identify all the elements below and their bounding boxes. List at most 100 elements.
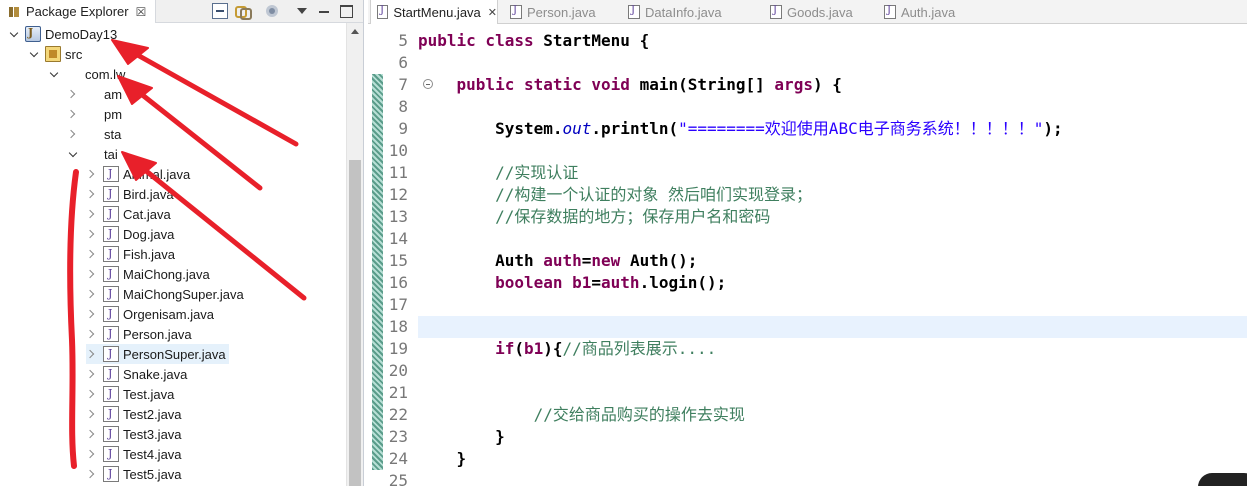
maximize-icon[interactable] — [338, 3, 354, 19]
chevron-right-icon[interactable] — [86, 248, 98, 260]
tree-item-label: com.lw — [85, 66, 126, 82]
tab-package-explorer[interactable]: Package Explorer ☒ — [0, 0, 156, 23]
chevron-right-icon[interactable] — [86, 308, 98, 320]
code-line[interactable]: 15 Auth auth=new Auth(); — [368, 250, 1247, 272]
tree-item-test3-java[interactable]: Test3.java — [86, 424, 185, 444]
source-folder-icon — [45, 46, 61, 62]
code-line[interactable]: 17 — [368, 294, 1247, 316]
chevron-down-icon[interactable] — [8, 28, 20, 40]
tree-item-tai[interactable]: tai — [67, 144, 121, 164]
focus-on-active-task-icon[interactable] — [264, 3, 280, 19]
tree-item-dog-java[interactable]: Dog.java — [86, 224, 177, 244]
chevron-right-icon[interactable] — [86, 288, 98, 300]
chevron-right-icon[interactable] — [86, 448, 98, 460]
java-file-icon — [103, 346, 119, 362]
tree-item-fish-java[interactable]: Fish.java — [86, 244, 178, 264]
tree-item-sta[interactable]: sta — [67, 124, 124, 144]
code-line[interactable]: 13 //保存数据的地方；保存用户名和密码 — [368, 206, 1247, 228]
code-line[interactable]: 22 //交给商品购买的操作去实现 — [368, 404, 1247, 426]
code-line[interactable]: 12 //构建一个认证的对象 然后咱们实现登录； — [368, 184, 1247, 206]
code-line[interactable]: 7 public static void main(String[] args)… — [368, 74, 1247, 96]
explorer-scrollbar-thumb[interactable] — [349, 160, 361, 486]
chevron-right-icon[interactable] — [86, 348, 98, 360]
chevron-right-icon[interactable] — [86, 408, 98, 420]
java-file-icon — [103, 226, 119, 242]
line-number: 7 — [398, 75, 408, 94]
package-icon — [84, 106, 100, 122]
tree-item-maichongsuper-java[interactable]: MaiChongSuper.java — [86, 284, 247, 304]
tree-item-orgenisam-java[interactable]: Orgenisam.java — [86, 304, 217, 324]
tree-item-src[interactable]: src — [28, 44, 85, 64]
chevron-right-icon[interactable] — [67, 108, 79, 120]
chevron-down-icon[interactable] — [28, 48, 40, 60]
chevron-right-icon[interactable] — [86, 188, 98, 200]
tree-item-cat-java[interactable]: Cat.java — [86, 204, 174, 224]
chevron-down-icon[interactable] — [48, 68, 60, 80]
explorer-tab-bar: Package Explorer ☒ — [0, 0, 363, 23]
chevron-right-icon[interactable] — [86, 208, 98, 220]
code-line[interactable]: 16 boolean b1=auth.login(); — [368, 272, 1247, 294]
chevron-right-icon[interactable] — [86, 428, 98, 440]
tree-item-animal-java[interactable]: Animal.java — [86, 164, 193, 184]
code-line[interactable]: 8 — [368, 96, 1247, 118]
tab-person-java[interactable]: Person.java — [504, 0, 596, 24]
code-line[interactable]: 9 System.out.println("========欢迎使用ABC电子商… — [368, 118, 1247, 140]
line-number: 11 — [388, 163, 408, 182]
chevron-right-icon[interactable] — [67, 128, 79, 140]
code-line[interactable]: 6 — [368, 52, 1247, 74]
tab-startmenu-java[interactable]: StartMenu.java ✕ — [370, 0, 498, 24]
explorer-scrollbar[interactable] — [346, 23, 363, 486]
code-token: } — [418, 427, 505, 446]
tab-auth-java[interactable]: Auth.java — [878, 0, 955, 24]
tab-datainfo-java[interactable]: DataInfo.java — [622, 0, 722, 24]
code-line[interactable]: 18 — [389, 316, 1247, 338]
code-line[interactable]: 14 — [368, 228, 1247, 250]
tree-item-am[interactable]: am — [67, 84, 125, 104]
code-line[interactable]: 19 if(b1){//商品列表展示.... — [368, 338, 1247, 360]
chevron-right-icon[interactable] — [86, 228, 98, 240]
tree-item-person-java[interactable]: Person.java — [86, 324, 195, 344]
code-line[interactable]: 25 — [368, 470, 1247, 486]
tree-item-com-lw[interactable]: com.lw — [48, 64, 128, 84]
chevron-right-icon[interactable] — [86, 368, 98, 380]
code-line[interactable]: 20 — [368, 360, 1247, 382]
code-line[interactable]: 11 //实现认证 — [368, 162, 1247, 184]
code-line[interactable]: 21 — [368, 382, 1247, 404]
collapse-all-icon[interactable] — [212, 3, 228, 19]
chevron-right-icon[interactable] — [86, 328, 98, 340]
code-line[interactable]: 5 public class StartMenu { — [368, 30, 1247, 52]
chevron-right-icon[interactable] — [86, 468, 98, 480]
chevron-right-icon[interactable] — [86, 388, 98, 400]
view-menu-chevron-down-icon[interactable] — [294, 3, 310, 19]
tree-item-test5-java[interactable]: Test5.java — [86, 464, 185, 484]
java-file-icon — [377, 5, 389, 19]
chevron-right-icon[interactable] — [86, 168, 98, 180]
package-icon — [84, 146, 100, 162]
code-line[interactable]: 23 } — [368, 426, 1247, 448]
code-token: if — [418, 339, 515, 358]
tree-item-bird-java[interactable]: Bird.java — [86, 184, 177, 204]
chevron-right-icon[interactable] — [67, 88, 79, 100]
tree-item-test4-java[interactable]: Test4.java — [86, 444, 185, 464]
tree-item-maichong-java[interactable]: MaiChong.java — [86, 264, 213, 284]
close-icon[interactable]: ✕ — [488, 6, 497, 19]
chevron-right-icon[interactable] — [86, 268, 98, 280]
java-file-icon — [770, 5, 782, 19]
tree-item-label: tai — [104, 146, 118, 162]
link-with-editor-icon[interactable] — [234, 3, 252, 20]
tree-item-test2-java[interactable]: Test2.java — [86, 404, 185, 424]
tree-item-snake-java[interactable]: Snake.java — [86, 364, 190, 384]
scroll-up-arrow-icon[interactable] — [351, 29, 359, 34]
tree-item-personsuper-java[interactable]: PersonSuper.java — [86, 344, 229, 364]
minimize-icon[interactable] — [316, 3, 332, 19]
line-number: 15 — [388, 251, 408, 270]
tree-item-test-java[interactable]: Test.java — [86, 384, 177, 404]
tab-goods-java[interactable]: Goods.java — [764, 0, 853, 24]
code-token: = — [581, 251, 592, 270]
chevron-down-icon[interactable] — [67, 148, 79, 160]
close-icon[interactable]: ☒ — [136, 5, 147, 19]
tree-item-demoday13[interactable]: DemoDay13 — [8, 24, 120, 44]
code-line[interactable]: 24 } — [368, 448, 1247, 470]
code-line[interactable]: 10 — [368, 140, 1247, 162]
tree-item-pm[interactable]: pm — [67, 104, 125, 124]
